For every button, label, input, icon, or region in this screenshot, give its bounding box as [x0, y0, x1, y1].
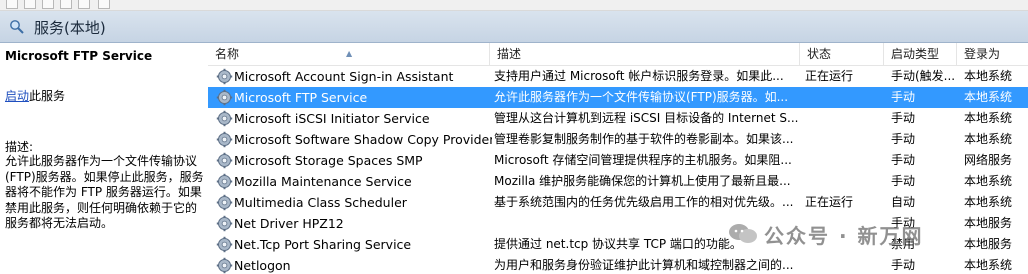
service-name: Microsoft iSCSI Initiator Service: [234, 111, 430, 126]
service-description: 基于系统范围内的任务优先级启用工作的相对优先级。...: [494, 195, 794, 209]
service-rows: Microsoft Account Sign-in Assistant 支持用户通…: [208, 66, 1028, 274]
service-description: 允许此服务器作为一个文件传输协议(FTP)服务器。如...: [494, 90, 789, 104]
toolbar-button[interactable]: [24, 0, 36, 9]
service-logon-as: 本地系统: [964, 195, 1013, 209]
service-status: [805, 255, 883, 274]
service-startup-type: 手动: [891, 111, 916, 125]
column-logon-header[interactable]: 登录为: [957, 43, 1028, 65]
service-name: Microsoft Account Sign-in Assistant: [234, 69, 454, 84]
service-row[interactable]: Microsoft FTP Service 允许此服务器作为一个文件传输协议(FT…: [208, 87, 1028, 108]
service-row[interactable]: Microsoft Account Sign-in Assistant 支持用户通…: [208, 66, 1028, 87]
service-startup-type: 手动: [891, 174, 916, 188]
toolbar-button[interactable]: [42, 0, 54, 9]
service-status: [805, 234, 883, 255]
service-description: Microsoft 存储空间管理提供程序的主机服务。如果阻...: [494, 153, 792, 167]
column-header: 名称 ▲ 描述 状态 启动类型 登录为: [208, 43, 1028, 66]
service-startup-type: 手动: [891, 90, 916, 104]
service-name: Netlogon: [234, 258, 291, 273]
service-description: 管理卷影复制服务制作的基于软件的卷影副本。如果该...: [494, 132, 794, 146]
description-text: 允许此服务器作为一个文件传输协议(FTP)服务器。如果停止此服务，服务器将不能作…: [5, 154, 204, 231]
service-name: Mozilla Maintenance Service: [234, 174, 412, 189]
service-logon-as: 本地系统: [964, 132, 1013, 146]
description-label: 描述:: [5, 140, 34, 154]
gear-icon: [216, 68, 233, 85]
service-row[interactable]: Net.Tcp Port Sharing Service 提供通过 net.tcp…: [208, 234, 1028, 255]
gear-icon: [216, 173, 233, 190]
toolbar: [0, 0, 1028, 11]
service-startup-type: 手动: [891, 258, 916, 272]
service-name: Net Driver HPZ12: [234, 216, 344, 231]
selected-service-name: Microsoft FTP Service: [5, 49, 153, 63]
service-row[interactable]: Net Driver HPZ12 手动 本地服务: [208, 213, 1028, 234]
gear-icon: [216, 257, 233, 274]
service-status: [805, 150, 883, 171]
service-description: 提供通过 net.tcp 协议共享 TCP 端口的功能。: [494, 237, 742, 251]
service-name: Microsoft Software Shadow Copy Provider: [234, 132, 492, 147]
toolbar-button[interactable]: [60, 0, 72, 9]
service-row[interactable]: Netlogon 为用户和服务身份验证维护此计算机和域控制器之间的... 手动 本地系…: [208, 255, 1028, 274]
services-header: 服务(本地): [0, 11, 1028, 43]
start-service-row: 启动此服务: [5, 87, 65, 104]
service-startup-type: 手动: [891, 132, 916, 146]
gear-icon: [216, 236, 233, 253]
service-row[interactable]: Mozilla Maintenance Service Mozilla 维护服务能…: [208, 171, 1028, 192]
service-startup-type: 手动: [891, 216, 916, 230]
service-logon-as: 本地系统: [964, 69, 1013, 83]
service-logon-as: 本地系统: [964, 111, 1013, 125]
service-description: 支持用户通过 Microsoft 帐户标识服务登录。如果此...: [494, 69, 784, 83]
column-description-header[interactable]: 描述: [490, 43, 800, 65]
service-startup-type: 自动: [891, 195, 916, 209]
gear-icon: [216, 131, 233, 148]
service-status: [805, 129, 883, 150]
sort-ascending-icon: ▲: [346, 49, 353, 58]
service-status: [805, 87, 883, 108]
service-row[interactable]: Microsoft Software Shadow Copy Provider 管…: [208, 129, 1028, 150]
service-logon-as: 本地系统: [964, 258, 1013, 272]
service-logon-as: 本地系统: [964, 174, 1013, 188]
service-logon-as: 网络服务: [964, 153, 1013, 167]
service-status: [805, 108, 883, 129]
services-list: 名称 ▲ 描述 状态 启动类型 登录为 Microsoft Account Si…: [208, 43, 1028, 274]
service-startup-type: 手动: [891, 153, 916, 167]
service-startup-type: 手动(触发...: [891, 69, 956, 83]
service-name: Microsoft Storage Spaces SMP: [234, 153, 423, 168]
service-logon-as: 本地系统: [964, 90, 1013, 104]
column-name-header[interactable]: 名称 ▲: [208, 43, 490, 65]
start-service-suffix: 此服务: [29, 89, 66, 103]
toolbar-button[interactable]: [6, 0, 18, 9]
pane-title: 服务(本地): [34, 19, 106, 37]
column-startup-header[interactable]: 启动类型: [884, 43, 957, 65]
description-panel: Microsoft FTP Service 启动此服务 描述: 允许此服务器作为…: [0, 43, 208, 274]
service-description: [494, 213, 800, 234]
gear-icon: [216, 215, 233, 232]
service-description: Mozilla 维护服务能确保您的计算机上使用了最新且最...: [494, 174, 791, 188]
gear-icon: [216, 194, 233, 211]
service-description: 管理从这台计算机到远程 iSCSI 目标设备的 Internet S...: [494, 111, 799, 125]
service-status: [805, 213, 883, 234]
service-status: 正在运行: [805, 195, 854, 209]
service-name: Microsoft FTP Service: [234, 90, 368, 105]
service-logon-as: 本地服务: [964, 237, 1013, 251]
service-startup-type: 禁用: [891, 237, 916, 251]
column-status-header[interactable]: 状态: [800, 43, 884, 65]
service-row[interactable]: Microsoft iSCSI Initiator Service 管理从这台计算…: [208, 108, 1028, 129]
toolbar-button[interactable]: [98, 0, 110, 9]
services-icon: [10, 20, 24, 34]
gear-icon: [216, 152, 233, 169]
gear-icon: [216, 89, 233, 106]
service-description: 为用户和服务身份验证维护此计算机和域控制器之间的...: [494, 258, 794, 272]
gear-icon: [216, 110, 233, 127]
service-row[interactable]: Microsoft Storage Spaces SMP Microsoft 存储…: [208, 150, 1028, 171]
service-logon-as: 本地服务: [964, 216, 1013, 230]
service-name: Net.Tcp Port Sharing Service: [234, 237, 412, 252]
toolbar-button[interactable]: [78, 0, 90, 9]
start-service-link[interactable]: 启动: [5, 89, 29, 103]
service-status: [805, 171, 883, 192]
column-name-label: 名称: [215, 47, 240, 61]
service-status: 正在运行: [805, 69, 854, 83]
service-row[interactable]: Multimedia Class Scheduler 基于系统范围内的任务优先级启…: [208, 192, 1028, 213]
service-name: Multimedia Class Scheduler: [234, 195, 407, 210]
